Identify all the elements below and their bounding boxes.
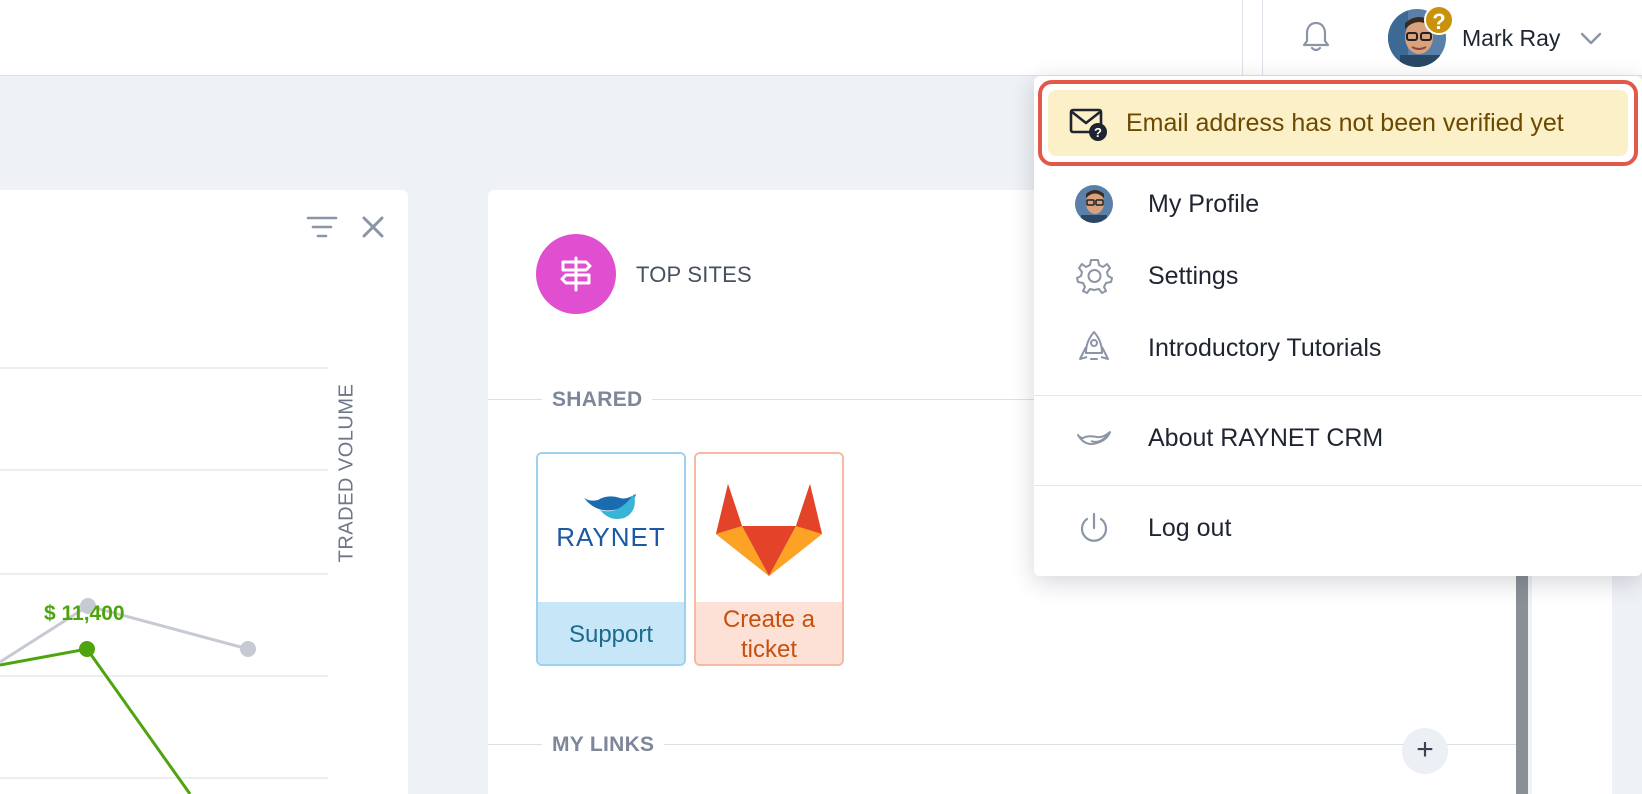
svg-text:?: ? <box>1094 125 1102 140</box>
user-menu-toggle[interactable]: ? Mark Ray <box>1388 5 1604 68</box>
user-name: Mark Ray <box>1462 24 1561 51</box>
menu-item-my-profile[interactable]: My Profile <box>1034 172 1642 236</box>
tile-label: Support <box>538 602 684 664</box>
notifications-bell-icon[interactable] <box>1300 20 1332 54</box>
filter-icon[interactable] <box>306 214 338 240</box>
gear-icon <box>1074 256 1114 296</box>
menu-item-tutorials[interactable]: Introductory Tutorials <box>1034 316 1642 380</box>
menu-separator <box>1034 485 1642 486</box>
menu-item-label: My Profile <box>1148 189 1260 218</box>
menu-item-about[interactable]: About RAYNET CRM <box>1034 406 1642 470</box>
raynet-logo-text: RAYNET <box>556 522 666 552</box>
power-icon <box>1074 508 1114 548</box>
create-ticket-tile[interactable]: Create a ticket <box>694 452 844 666</box>
avatar-icon <box>1074 184 1114 224</box>
verify-notice-text: Email address has not been verified yet <box>1126 108 1564 137</box>
menu-item-settings[interactable]: Settings <box>1034 244 1642 308</box>
gray-series-point <box>240 641 256 657</box>
menu-separator <box>1034 395 1642 396</box>
shared-section-label: SHARED <box>542 388 653 412</box>
unverified-badge: ? <box>1424 5 1454 35</box>
top-sites-title: TOP SITES <box>636 262 752 287</box>
close-icon[interactable] <box>360 214 386 240</box>
menu-item-label: Introductory Tutorials <box>1148 333 1382 362</box>
raynet-logo-icon <box>1074 418 1114 458</box>
menu-item-label: Log out <box>1148 513 1232 542</box>
avatar: ? <box>1388 5 1454 67</box>
signpost-icon <box>536 234 616 314</box>
support-tile[interactable]: RAYNET Support <box>536 452 686 666</box>
header-divider <box>1242 0 1243 76</box>
raynet-logo: RAYNET <box>538 454 684 602</box>
chevron-down-icon <box>1581 32 1602 45</box>
gitlab-logo-icon <box>696 454 842 602</box>
header-divider <box>1262 0 1263 76</box>
green-series-point <box>79 641 95 657</box>
rocket-icon <box>1074 328 1114 368</box>
email-unverified-notice[interactable]: ? Email address has not been verified ye… <box>1048 90 1628 156</box>
menu-item-label: Settings <box>1148 261 1239 290</box>
tile-label: Create a ticket <box>696 602 842 664</box>
y-axis-label: TRADED VOLUME <box>335 383 358 563</box>
scrollbar-handle[interactable] <box>1516 560 1528 794</box>
menu-item-logout[interactable]: Log out <box>1034 496 1642 560</box>
menu-item-label: About RAYNET CRM <box>1148 423 1384 452</box>
traded-volume-chart: $ 11,400 <box>0 367 328 794</box>
point-value-label: $ 11,400 <box>44 602 125 625</box>
add-link-button[interactable]: + <box>1402 728 1448 774</box>
my-links-section-label: MY LINKS <box>542 733 665 757</box>
mail-question-icon: ? <box>1069 108 1107 141</box>
green-series-line <box>0 647 192 794</box>
